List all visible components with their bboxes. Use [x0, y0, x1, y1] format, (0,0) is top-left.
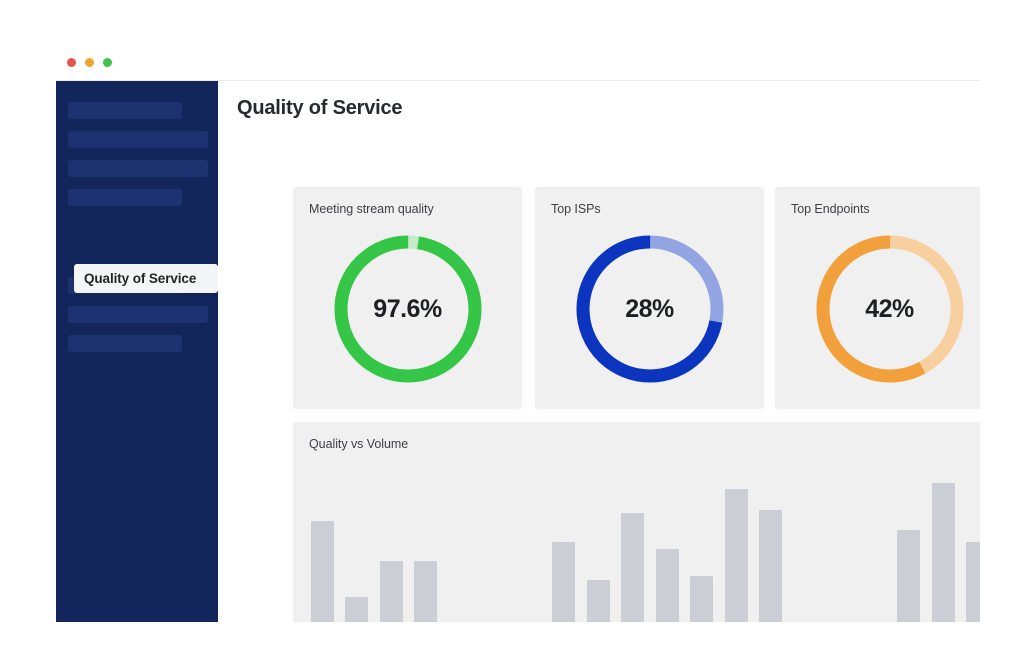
card-meeting-stream-quality: Meeting stream quality 97.6%	[293, 187, 522, 409]
window-titlebar	[56, 50, 980, 81]
sidebar-item-label: Quality of Service	[84, 271, 196, 286]
donut-value-label: 28%	[570, 229, 730, 389]
sidebar-item-quality-of-service[interactable]: Quality of Service	[74, 264, 218, 293]
bar-chart-bar[interactable]	[345, 597, 368, 622]
minimize-button[interactable]	[85, 58, 94, 67]
page-title: Quality of Service	[237, 97, 402, 120]
maximize-button[interactable]	[103, 58, 112, 67]
donut-value-label: 97.6%	[328, 229, 488, 389]
bar-chart-bar[interactable]	[932, 483, 955, 622]
bar-chart-bar[interactable]	[552, 542, 575, 622]
card-title: Quality vs Volume	[309, 437, 408, 451]
bar-chart-bar[interactable]	[897, 530, 920, 622]
card-top-endpoints: Top Endpoints 42%	[775, 187, 980, 409]
sidebar-nav-placeholder[interactable]	[68, 335, 182, 352]
sidebar-nav-placeholder[interactable]	[68, 306, 208, 323]
sidebar-nav-placeholder[interactable]	[68, 160, 208, 177]
card-quality-vs-volume: Quality vs Volume	[293, 422, 980, 622]
sidebar-nav-placeholder[interactable]	[68, 189, 182, 206]
card-top-isps: Top ISPs 28%	[535, 187, 764, 409]
bar-chart-bar[interactable]	[759, 510, 782, 623]
donut-value-label: 42%	[810, 229, 970, 389]
main-content: Quality of Service Meeting stream qualit…	[218, 81, 980, 622]
card-title: Top Endpoints	[791, 202, 870, 216]
card-title: Meeting stream quality	[309, 202, 434, 216]
bar-chart-bar[interactable]	[690, 576, 713, 622]
sidebar-nav-placeholder[interactable]	[68, 102, 182, 119]
sidebar: Quality of Service	[56, 81, 218, 622]
close-button[interactable]	[67, 58, 76, 67]
card-title: Top ISPs	[551, 202, 601, 216]
app-window: Quality of Service Quality of Service Me…	[56, 50, 980, 622]
sidebar-nav-placeholder[interactable]	[68, 131, 208, 148]
bar-chart-bar[interactable]	[414, 561, 437, 622]
bar-chart-bar[interactable]	[621, 513, 644, 622]
bar-chart-bar[interactable]	[656, 549, 679, 622]
bar-chart-plot-area	[305, 462, 980, 622]
bar-chart-bar[interactable]	[311, 521, 334, 622]
donut-chart-top-isps: 28%	[570, 229, 730, 389]
window-controls	[67, 58, 112, 67]
donut-chart-meeting-stream-quality: 97.6%	[328, 229, 488, 389]
donut-chart-top-endpoints: 42%	[810, 229, 970, 389]
bar-chart-bar[interactable]	[725, 489, 748, 622]
bar-chart-bar[interactable]	[966, 542, 980, 622]
bar-chart-bar[interactable]	[380, 561, 403, 622]
bar-chart-bar[interactable]	[587, 580, 610, 622]
